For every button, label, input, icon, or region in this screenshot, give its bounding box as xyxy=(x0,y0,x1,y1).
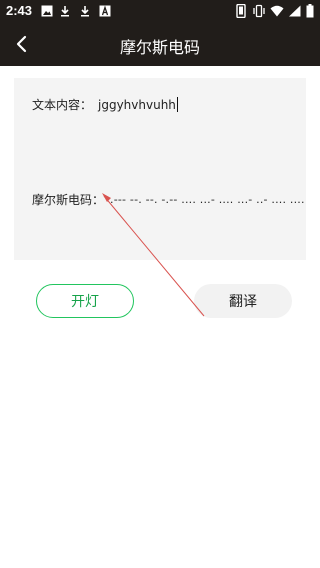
download-icon xyxy=(78,4,92,18)
phone-icon xyxy=(234,4,248,18)
morse-label: 摩尔斯电码： xyxy=(32,193,105,207)
app-bar: 摩尔斯电码 xyxy=(0,22,320,66)
wifi-icon xyxy=(270,4,284,18)
image-icon xyxy=(40,4,54,18)
battery-icon xyxy=(303,4,317,18)
text-content-row: 文本内容： jggyhvhvuhh xyxy=(32,96,179,113)
page-title: 摩尔斯电码 xyxy=(119,38,200,57)
light-button[interactable]: 开灯 xyxy=(36,284,134,318)
translate-button[interactable]: 翻译 xyxy=(194,284,292,318)
status-time: 2:43 xyxy=(6,3,33,18)
text-caret xyxy=(176,97,179,112)
download-icon xyxy=(58,4,72,18)
font-icon xyxy=(98,4,112,18)
text-content-value[interactable]: jggyhvhvuhh xyxy=(98,98,176,112)
text-content-label: 文本内容： xyxy=(32,98,93,112)
content-panel: 文本内容： jggyhvhvuhh 摩尔斯电码： .--- --. --. -.… xyxy=(14,78,306,260)
status-bar: 2:43 xyxy=(0,0,320,22)
morse-output: .--- --. --. -.-- .... ...- .... ...- ..… xyxy=(110,193,305,206)
signal-icon xyxy=(287,4,301,18)
vibrate-icon xyxy=(252,4,266,18)
morse-row: 摩尔斯电码： .--- --. --. -.-- .... ...- .... … xyxy=(32,191,305,208)
